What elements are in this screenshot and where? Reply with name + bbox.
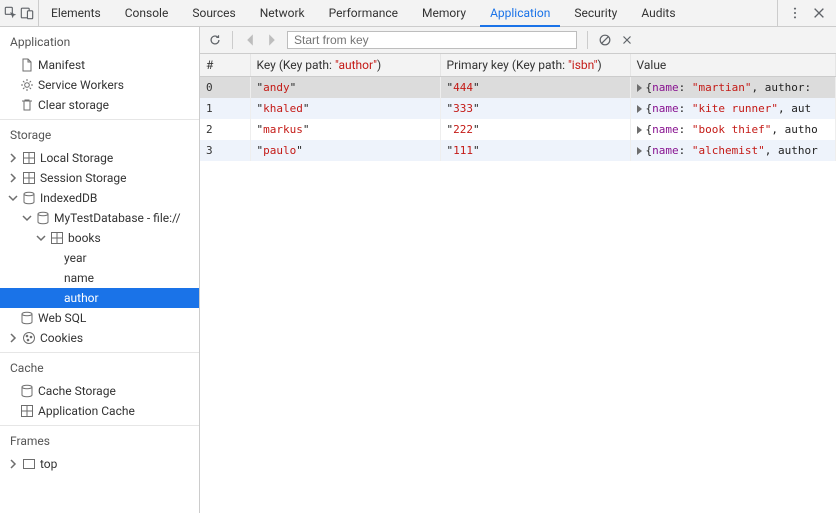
sidebar-label: Cookies [40, 331, 83, 345]
gear-icon [20, 78, 34, 92]
grid-icon [22, 151, 36, 165]
sidebar-item-local-storage[interactable]: Local Storage [0, 148, 199, 168]
sidebar-label: books [68, 231, 101, 245]
sidebar-item-database[interactable]: MyTestDatabase - file:// [0, 208, 199, 228]
grid-icon [22, 171, 36, 185]
sidebar-item-clear-storage[interactable]: Clear storage [0, 95, 199, 115]
tab-performance[interactable]: Performance [317, 0, 410, 26]
indexeddb-data-grid: # Key (Key path: "author") Primary key (… [200, 54, 836, 161]
database-icon [22, 191, 36, 205]
chevron-right-icon [8, 333, 18, 343]
table-row[interactable]: 1"khaled""333"{name: "kite runner", aut [200, 98, 836, 119]
close-devtools-icon[interactable] [812, 6, 826, 20]
col-header-value[interactable]: Value [630, 54, 836, 77]
col-header-index[interactable]: # [200, 54, 250, 77]
tab-sources[interactable]: Sources [180, 0, 247, 26]
indexeddb-toolbar [200, 27, 836, 54]
sidebar-item-cookies[interactable]: Cookies [0, 328, 199, 348]
section-application: Application [0, 27, 199, 55]
expand-icon[interactable] [637, 84, 642, 92]
sidebar-label: Session Storage [40, 171, 126, 185]
tab-application[interactable]: Application [478, 0, 562, 26]
tab-elements[interactable]: Elements [39, 0, 113, 26]
sidebar-item-objectstore-books[interactable]: books [0, 228, 199, 248]
sidebar-item-application-cache[interactable]: Application Cache [0, 401, 199, 421]
sidebar-label: Web SQL [38, 311, 86, 325]
frame-icon [22, 457, 36, 471]
expand-icon[interactable] [637, 147, 642, 155]
chevron-right-icon [8, 173, 18, 183]
start-from-key-input[interactable] [287, 31, 577, 49]
prev-page-icon[interactable] [243, 33, 257, 47]
sidebar-item-index-author[interactable]: author [0, 288, 199, 308]
next-page-icon[interactable] [265, 33, 279, 47]
sidebar-label: Manifest [38, 58, 85, 72]
chevron-down-icon [8, 193, 18, 203]
kebab-menu-icon[interactable] [788, 6, 802, 20]
sidebar-label: name [64, 271, 94, 285]
chevron-down-icon [22, 213, 32, 223]
sidebar-item-index-name[interactable]: name [0, 268, 199, 288]
sidebar-item-service-workers[interactable]: Service Workers [0, 75, 199, 95]
col-header-primary-key[interactable]: Primary key (Key path: "isbn") [440, 54, 630, 77]
chevron-right-icon [8, 153, 18, 163]
trash-icon [20, 98, 34, 112]
col-header-key[interactable]: Key (Key path: "author") [250, 54, 440, 77]
delete-selected-icon[interactable] [620, 33, 634, 47]
sidebar-label: Clear storage [38, 98, 109, 112]
table-row[interactable]: 0"andy""444"{name: "martian", author: [200, 77, 836, 98]
refresh-icon[interactable] [208, 33, 222, 47]
device-toggle-icon[interactable] [20, 6, 34, 20]
grid-icon [50, 231, 64, 245]
sidebar-item-index-year[interactable]: year [0, 248, 199, 268]
sidebar-label: top [40, 457, 57, 471]
sidebar-label: Cache Storage [38, 384, 116, 398]
sidebar-item-frame-top[interactable]: top [0, 454, 199, 474]
sidebar-label: Service Workers [38, 78, 124, 92]
grid-icon [20, 404, 34, 418]
sidebar-item-manifest[interactable]: Manifest [0, 55, 199, 75]
table-row[interactable]: 3"paulo""111"{name: "alchemist", author [200, 140, 836, 161]
sidebar-label: MyTestDatabase - file:// [54, 211, 181, 225]
sidebar-label: Local Storage [40, 151, 113, 165]
sidebar-item-session-storage[interactable]: Session Storage [0, 168, 199, 188]
section-storage: Storage [0, 120, 199, 148]
sidebar-item-websql[interactable]: Web SQL [0, 308, 199, 328]
table-row[interactable]: 2"markus""222"{name: "book thief", autho [200, 119, 836, 140]
database-icon [20, 384, 34, 398]
cookie-icon [22, 331, 36, 345]
tab-network[interactable]: Network [248, 0, 317, 26]
expand-icon[interactable] [637, 105, 642, 113]
database-icon [20, 311, 34, 325]
sidebar-label: year [64, 251, 87, 265]
clear-objectstore-icon[interactable] [598, 33, 612, 47]
chevron-down-icon [36, 233, 46, 243]
inspect-icon[interactable] [4, 6, 18, 20]
expand-icon[interactable] [637, 126, 642, 134]
sidebar-label: author [64, 291, 99, 305]
section-cache: Cache [0, 353, 199, 381]
file-icon [20, 58, 34, 72]
tab-console[interactable]: Console [113, 0, 181, 26]
tab-audits[interactable]: Audits [629, 0, 687, 26]
tab-security[interactable]: Security [562, 0, 629, 26]
application-sidebar: Application Manifest Service Workers Cle… [0, 27, 200, 513]
sidebar-item-cache-storage[interactable]: Cache Storage [0, 381, 199, 401]
sidebar-label: IndexedDB [40, 191, 97, 205]
chevron-right-icon [8, 459, 18, 469]
sidebar-item-indexeddb[interactable]: IndexedDB [0, 188, 199, 208]
database-icon [36, 211, 50, 225]
sidebar-label: Application Cache [38, 404, 135, 418]
section-frames: Frames [0, 426, 199, 454]
tab-memory[interactable]: Memory [410, 0, 478, 26]
